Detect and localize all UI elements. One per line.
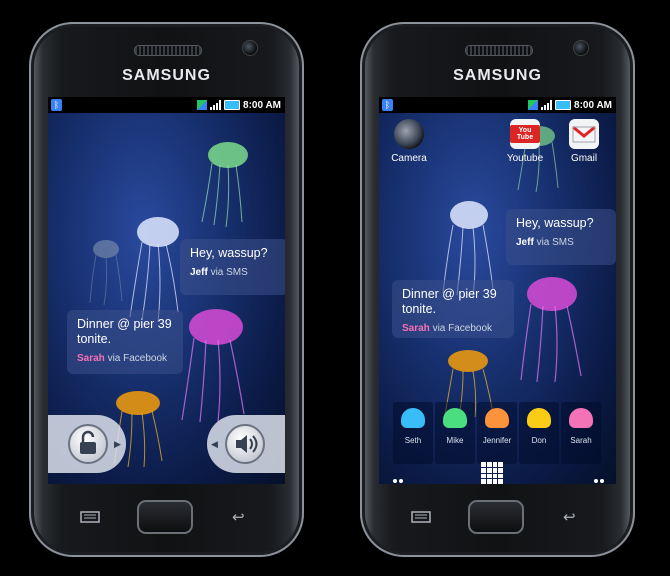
page-indicator-right-icon[interactable] xyxy=(594,470,608,483)
status-bar: ᛒ 8:00 AM xyxy=(48,97,285,113)
message-text: Dinner @ pier 39 tonite. xyxy=(77,317,172,346)
unlock-slider[interactable]: ▶ xyxy=(48,415,126,473)
sender-name: Sarah xyxy=(77,353,105,364)
camera-icon xyxy=(394,119,424,149)
message-bubble-jeff[interactable]: Hey, wassup? Jeff via SMS xyxy=(506,209,616,265)
message-source: via SMS xyxy=(210,267,248,278)
signal-icon xyxy=(541,100,553,110)
favorite-contacts-dock: Seth Mike Jennifer Don Sarah xyxy=(393,402,601,464)
bluetooth-icon: ᛒ xyxy=(382,99,393,111)
jellyfish-avatar-icon xyxy=(443,408,467,428)
screen: ᛒ 8:00 AM Camera You Tube Youtube Gmail … xyxy=(379,97,616,484)
jellyfish-pink-icon xyxy=(181,309,245,422)
front-camera xyxy=(242,40,258,56)
contact-name: Don xyxy=(531,436,547,445)
contact-sarah[interactable]: Sarah xyxy=(561,402,601,464)
phone-home-screen: SAMSUNG ᛒ 8:00 AM Camera You Tube Youtub… xyxy=(360,22,635,557)
network-icon xyxy=(528,100,539,110)
menu-key-icon[interactable] xyxy=(79,510,101,524)
clock: 8:00 AM xyxy=(243,99,281,111)
brand-logo: SAMSUNG xyxy=(453,67,542,84)
message-meta: Jeff via SMS xyxy=(190,267,278,278)
app-camera[interactable]: Camera xyxy=(387,119,431,164)
app-label: Gmail xyxy=(570,153,598,164)
signal-icon xyxy=(210,100,222,110)
message-source: via Facebook xyxy=(107,353,168,364)
back-key-icon[interactable]: ↩ xyxy=(563,508,585,526)
contact-don[interactable]: Don xyxy=(519,402,559,464)
app-drawer-icon[interactable] xyxy=(481,462,503,484)
contact-jennifer[interactable]: Jennifer xyxy=(477,402,517,464)
chevron-left-icon: ◀ xyxy=(211,439,218,449)
home-button[interactable] xyxy=(137,500,193,534)
sender-name: Jeff xyxy=(190,267,208,278)
lock-controls: ▶ ◀ xyxy=(48,415,285,473)
contact-name: Jennifer xyxy=(482,436,512,445)
message-text: Hey, wassup? xyxy=(190,246,268,260)
contact-name: Sarah xyxy=(570,436,592,445)
speaker-icon[interactable] xyxy=(225,424,265,464)
message-bubble-jeff[interactable]: Hey, wassup? Jeff via SMS xyxy=(180,239,285,295)
gmail-icon xyxy=(569,119,599,149)
phone-lock-screen: SAMSUNG ᛒ 8:00 AM Hey, wassup? Jeff via … xyxy=(29,22,304,557)
front-camera xyxy=(573,40,589,56)
screen: ᛒ 8:00 AM Hey, wassup? Jeff via SMS Dinn… xyxy=(48,97,285,484)
sound-toggle-slider[interactable]: ◀ xyxy=(207,415,285,473)
home-nav-row xyxy=(379,462,616,484)
battery-icon xyxy=(555,100,572,110)
message-bubble-sarah[interactable]: Dinner @ pier 39 tonite. Sarah via Faceb… xyxy=(392,280,514,338)
brand-logo: SAMSUNG xyxy=(122,67,211,84)
unlock-icon[interactable] xyxy=(68,424,108,464)
back-key-icon[interactable]: ↩ xyxy=(232,508,254,526)
jellyfish-avatar-icon xyxy=(569,408,593,428)
message-bubble-sarah[interactable]: Dinner @ pier 39 tonite. Sarah via Faceb… xyxy=(67,310,183,374)
jellyfish-faint-icon xyxy=(89,240,123,306)
app-youtube[interactable]: You Tube Youtube xyxy=(503,119,547,164)
contact-mike[interactable]: Mike xyxy=(435,402,475,464)
app-label: Camera xyxy=(391,153,427,164)
contact-seth[interactable]: Seth xyxy=(393,402,433,464)
youtube-logo-text: You Tube xyxy=(510,125,540,143)
message-text: Hey, wassup? xyxy=(516,216,594,230)
clock: 8:00 AM xyxy=(574,99,612,111)
jellyfish-pink-icon xyxy=(520,277,582,382)
contact-name: Mike xyxy=(446,436,464,445)
message-text: Dinner @ pier 39 tonite. xyxy=(402,287,497,316)
jellyfish-avatar-icon xyxy=(527,408,551,428)
earpiece-speaker xyxy=(465,45,533,56)
network-icon xyxy=(197,100,208,110)
hardware-buttons: ↩ xyxy=(360,500,635,540)
message-meta: Sarah via Facebook xyxy=(77,353,173,364)
chevron-right-icon: ▶ xyxy=(114,439,121,449)
message-meta: Jeff via SMS xyxy=(516,237,606,248)
jellyfish-avatar-icon xyxy=(401,408,425,428)
app-label: Youtube xyxy=(506,153,544,164)
message-source: via Facebook xyxy=(432,323,493,334)
bluetooth-icon: ᛒ xyxy=(51,99,62,111)
battery-icon xyxy=(224,100,241,110)
status-bar: ᛒ 8:00 AM xyxy=(379,97,616,113)
contact-name: Seth xyxy=(404,436,422,445)
sender-name: Jeff xyxy=(516,237,534,248)
app-gmail[interactable]: Gmail xyxy=(562,119,606,164)
jellyfish-avatar-icon xyxy=(485,408,509,428)
message-meta: Sarah via Facebook xyxy=(402,323,504,334)
hardware-buttons: ↩ xyxy=(29,500,304,540)
message-source: via SMS xyxy=(536,237,574,248)
earpiece-speaker xyxy=(134,45,202,56)
youtube-icon: You Tube xyxy=(510,119,540,149)
jellyfish-green-icon xyxy=(201,142,248,227)
sender-name: Sarah xyxy=(402,323,430,334)
home-button[interactable] xyxy=(468,500,524,534)
page-indicator-left-icon[interactable] xyxy=(393,470,407,483)
menu-key-icon[interactable] xyxy=(410,510,432,524)
